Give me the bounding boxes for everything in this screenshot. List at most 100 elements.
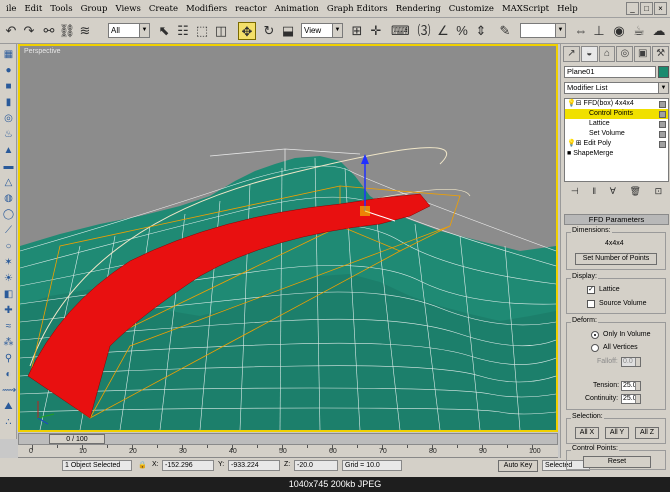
- x-coordinate-field[interactable]: -152.296: [162, 460, 214, 471]
- geosphere-icon[interactable]: ◍: [2, 192, 15, 205]
- reset-button[interactable]: Reset: [583, 456, 651, 468]
- menu-customize[interactable]: Customize: [445, 4, 498, 14]
- y-coordinate-field[interactable]: -933.224: [228, 460, 280, 471]
- lattice-checkbox[interactable]: ✓: [587, 286, 595, 294]
- menu-rendering[interactable]: Rendering: [392, 4, 445, 14]
- camera-icon[interactable]: ◧: [2, 288, 15, 301]
- select-link-icon[interactable]: ⚯: [40, 22, 58, 40]
- redo-icon[interactable]: ↷: [20, 22, 38, 40]
- loft-icon[interactable]: ⟿: [2, 384, 16, 397]
- object-color-swatch[interactable]: [658, 66, 669, 78]
- boolean-icon[interactable]: ◐: [2, 368, 15, 381]
- lightbulb-icon[interactable]: 💡: [567, 140, 576, 147]
- teapot-icon[interactable]: ♨: [2, 128, 15, 141]
- spinner-arrows-icon[interactable]: [635, 382, 640, 390]
- menu-reactor[interactable]: reactor: [231, 4, 271, 14]
- rollout-title[interactable]: FFD Parameters: [564, 214, 669, 225]
- rectangular-selection-icon[interactable]: ⬚: [193, 22, 211, 40]
- continuity-spinner[interactable]: 25.0: [621, 394, 641, 404]
- plane-icon[interactable]: ▬: [2, 160, 15, 173]
- all-vertices-radio[interactable]: [591, 344, 599, 352]
- all-x-button[interactable]: All X: [575, 427, 599, 439]
- menu-tools[interactable]: Tools: [46, 4, 76, 14]
- spacewarp-icon[interactable]: ≈: [2, 320, 15, 333]
- set-number-of-points-button[interactable]: Set Number of Points: [575, 253, 657, 265]
- stack-item-toggle[interactable]: [659, 111, 666, 118]
- z-coordinate-field[interactable]: -20.0: [294, 460, 338, 471]
- stack-item-edit-poly[interactable]: 💡⊞ Edit Poly: [565, 139, 668, 149]
- perspective-viewport[interactable]: Perspective: [18, 44, 558, 432]
- stack-item-toggle[interactable]: [659, 131, 666, 138]
- show-end-result-icon[interactable]: ‖: [592, 184, 596, 198]
- menu-animation[interactable]: Animation: [271, 4, 323, 14]
- spinner-arrows-icon[interactable]: [635, 358, 640, 366]
- menu-group[interactable]: Group: [77, 4, 112, 14]
- cylinder-icon[interactable]: ▮: [2, 96, 15, 109]
- object-name-field[interactable]: Plane01: [564, 66, 656, 78]
- selection-filter-dropdown[interactable]: All ▼: [108, 23, 150, 38]
- circle-shape-icon[interactable]: ○: [2, 240, 15, 253]
- menu-graph-editors[interactable]: Graph Editors: [323, 4, 392, 14]
- tube-icon[interactable]: ◯: [2, 208, 15, 221]
- make-unique-icon[interactable]: ∀: [610, 184, 616, 198]
- unlink-icon[interactable]: ⛓: [58, 22, 76, 40]
- select-move-icon[interactable]: ✥: [238, 22, 256, 40]
- select-scale-icon[interactable]: ⬓: [279, 22, 297, 40]
- select-object-icon[interactable]: ⬉: [155, 22, 173, 40]
- stack-item-toggle[interactable]: [659, 121, 666, 128]
- stack-item-toggle[interactable]: [659, 101, 666, 108]
- stack-item-ffd-box[interactable]: 💡⊟ FFD(box) 4x4x4: [565, 99, 668, 109]
- box-icon[interactable]: ■: [2, 80, 15, 93]
- stack-item-lattice[interactable]: Lattice: [565, 119, 668, 129]
- tab-motion[interactable]: ◎: [616, 46, 634, 62]
- stack-item-control-points[interactable]: Control Points: [565, 109, 668, 119]
- helper-icon[interactable]: ✚: [2, 304, 15, 317]
- menu-views[interactable]: Views: [111, 4, 144, 14]
- terrain-icon[interactable]: ⛰: [2, 400, 15, 413]
- tab-modify[interactable]: ◒: [580, 46, 598, 62]
- render-scene-icon[interactable]: ☕: [630, 22, 648, 40]
- select-by-name-icon[interactable]: ☷: [174, 22, 192, 40]
- time-slider-thumb[interactable]: 0 / 100: [49, 434, 105, 444]
- viewport-label[interactable]: Perspective: [24, 48, 61, 55]
- quick-render-icon[interactable]: ☁: [650, 22, 668, 40]
- stack-item-shapemerge[interactable]: ■ ShapeMerge: [565, 149, 668, 159]
- pivot-center-icon[interactable]: ⊞: [348, 22, 366, 40]
- stack-item-set-volume[interactable]: Set Volume: [565, 129, 668, 139]
- auto-key-button[interactable]: Auto Key: [498, 460, 538, 472]
- maximize-button[interactable]: □: [640, 2, 653, 15]
- tab-objects-icon[interactable]: ▦: [2, 48, 15, 61]
- tab-hierarchy[interactable]: ⌂: [598, 46, 616, 62]
- configure-sets-icon[interactable]: ⊡: [655, 184, 663, 198]
- time-slider-track[interactable]: 0 / 100: [18, 433, 558, 445]
- all-z-button[interactable]: All Z: [635, 427, 659, 439]
- snap-toggle-icon[interactable]: ⑶: [415, 22, 433, 40]
- menu-edit[interactable]: Edit: [20, 4, 46, 14]
- falloff-spinner[interactable]: 0.0: [621, 357, 641, 367]
- angle-snap-icon[interactable]: ∠: [434, 22, 452, 40]
- tab-utilities[interactable]: ⚒: [652, 46, 669, 62]
- light-icon[interactable]: ☀: [2, 272, 15, 285]
- torus-icon[interactable]: ◎: [2, 112, 15, 125]
- star-shape-icon[interactable]: ✶: [2, 256, 15, 269]
- lock-icon[interactable]: 🔒: [138, 461, 147, 469]
- undo-icon[interactable]: ↶: [2, 22, 20, 40]
- spinner-arrows-icon[interactable]: [635, 395, 640, 403]
- named-selection-icon[interactable]: ✎: [496, 22, 514, 40]
- align-icon[interactable]: ⊥: [590, 22, 608, 40]
- particle-icon[interactable]: ⁂: [2, 336, 15, 349]
- menu-maxscript[interactable]: MAXScript: [498, 4, 553, 14]
- select-rotate-icon[interactable]: ↻: [260, 22, 278, 40]
- reference-coordinate-dropdown[interactable]: View ▼: [301, 23, 343, 38]
- all-y-button[interactable]: All Y: [605, 427, 629, 439]
- tab-display[interactable]: ▣: [634, 46, 652, 62]
- menu-file[interactable]: ile: [2, 4, 20, 14]
- select-manipulate-icon[interactable]: ✛: [367, 22, 385, 40]
- mirror-icon[interactable]: ⇔: [572, 22, 590, 40]
- minimize-button[interactable]: _: [626, 2, 639, 15]
- bone-icon[interactable]: ⚲: [2, 352, 15, 365]
- named-selection-sets-dropdown[interactable]: ▼: [520, 23, 566, 38]
- expand-icon[interactable]: ⊞: [576, 140, 582, 147]
- percent-snap-icon[interactable]: %: [453, 22, 471, 40]
- cone-icon[interactable]: ▲: [2, 144, 15, 157]
